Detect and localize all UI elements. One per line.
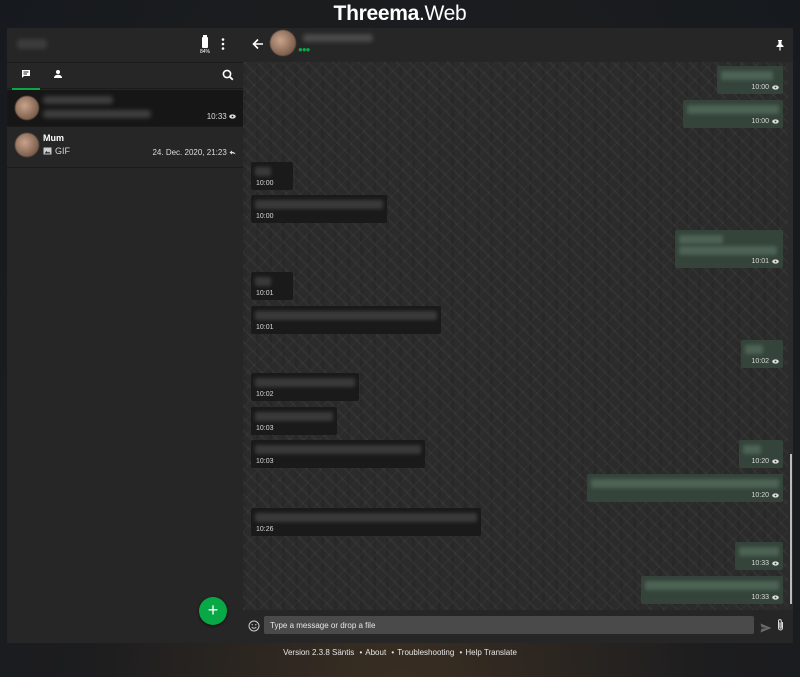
message-bubble-incoming[interactable]: 10:02 <box>251 373 359 401</box>
threema-web-logo: Threema.Web <box>333 2 467 25</box>
message-time: 10:00 <box>256 213 274 220</box>
message-bubble-outgoing[interactable]: 10:33 <box>641 576 783 604</box>
message-bubble-outgoing[interactable]: 10:02 <box>741 340 783 368</box>
message-bubble-incoming[interactable]: 10:03 <box>251 440 425 468</box>
message-time: 10:01 <box>256 290 274 297</box>
eye-icon <box>772 359 779 364</box>
message-bubble-incoming[interactable]: 10:26 <box>251 508 481 536</box>
person-icon <box>54 70 62 78</box>
scrollbar-thumb[interactable] <box>790 454 792 604</box>
sidebar-tabs <box>7 63 243 90</box>
conversation-time: 24. Dec. 2020, 21:23 <box>152 148 236 157</box>
message-time: 10:01 <box>256 324 274 331</box>
eye-icon <box>772 595 779 600</box>
message-input[interactable] <box>264 616 754 634</box>
message-time: 10:03 <box>256 425 274 432</box>
message-bubble-outgoing[interactable]: 10:33 <box>735 542 783 570</box>
new-conversation-button[interactable]: + <box>199 597 227 625</box>
image-icon <box>43 147 52 155</box>
conversation-item[interactable]: 10:33 <box>7 90 243 127</box>
attachment-icon[interactable] <box>776 618 785 632</box>
profile-nickname[interactable] <box>17 39 47 49</box>
pin-icon[interactable] <box>775 38 785 51</box>
message-composer <box>243 610 793 643</box>
chat-icon <box>22 70 30 78</box>
message-bubble-incoming[interactable]: 10:03 <box>251 407 337 435</box>
eye-icon <box>772 493 779 498</box>
avatar <box>15 133 39 157</box>
eye-icon <box>772 259 779 264</box>
message-bubble-outgoing[interactable]: 10:00 <box>683 100 783 128</box>
reply-icon <box>229 150 236 155</box>
version-text: Version 2.3.8 Säntis <box>283 648 355 657</box>
eye-icon <box>772 459 779 464</box>
eye-icon <box>772 561 779 566</box>
eye-icon <box>772 119 779 124</box>
message-time: 10:02 <box>751 358 769 365</box>
message-bubble-outgoing[interactable]: 10:20 <box>587 474 783 502</box>
message-time: 10:26 <box>256 526 274 533</box>
battery-percent: 84% <box>199 49 210 55</box>
emoji-icon[interactable] <box>248 619 260 632</box>
message-bubble-incoming[interactable]: 10:01 <box>251 272 293 300</box>
eye-icon <box>772 85 779 90</box>
conversation-item[interactable]: Mum GIF 24. Dec. 2020, 21:23 <box>7 127 243 168</box>
search-icon[interactable] <box>221 68 235 82</box>
avatar[interactable] <box>270 30 296 56</box>
send-icon[interactable] <box>760 620 772 633</box>
tab-conversations[interactable] <box>12 66 40 90</box>
tab-contacts[interactable] <box>44 66 72 88</box>
scrollbar[interactable] <box>788 62 793 610</box>
message-bubble-outgoing[interactable]: 10:20 <box>739 440 783 468</box>
message-time: 10:03 <box>256 458 274 465</box>
message-bubble-outgoing[interactable]: 10:01 <box>675 230 783 268</box>
sidebar-header: 84% <box>7 28 243 63</box>
help-translate-link[interactable]: Help Translate <box>465 648 517 657</box>
troubleshooting-link[interactable]: Troubleshooting <box>397 648 454 657</box>
message-time: 10:33 <box>751 594 769 601</box>
footer: Version 2.3.8 Säntis • About • Troubleshoo… <box>283 648 517 657</box>
conversation-name: Mum <box>43 133 64 143</box>
conversation-time: 10:33 <box>207 112 236 121</box>
app-window: 84% 10:33 Mum GIF 24. Dec. 2020, 21:23 +… <box>7 28 793 643</box>
chat-panel: ●●● 10:00 10:00 10:00 10:00 10:01 10:01 … <box>243 28 793 643</box>
message-time: 10:20 <box>751 492 769 499</box>
contact-name[interactable] <box>303 34 373 42</box>
message-time: 10:20 <box>751 458 769 465</box>
message-bubble-incoming[interactable]: 10:00 <box>251 195 387 223</box>
back-arrow-icon[interactable] <box>251 37 265 51</box>
avatar <box>15 96 39 120</box>
chat-header: ●●● <box>243 28 793 62</box>
message-time: 10:33 <box>751 560 769 567</box>
message-time: 10:00 <box>256 180 274 187</box>
message-bubble-incoming[interactable]: 10:00 <box>251 162 293 190</box>
conversation-preview: GIF <box>43 146 70 156</box>
eye-icon <box>229 114 236 119</box>
more-options-icon[interactable] <box>220 37 226 51</box>
message-list[interactable]: 10:00 10:00 10:00 10:00 10:01 10:01 10:0… <box>243 62 788 610</box>
message-bubble-incoming[interactable]: 10:01 <box>251 306 441 334</box>
sidebar: 84% 10:33 Mum GIF 24. Dec. 2020, 21:23 + <box>7 28 243 643</box>
message-time: 10:00 <box>751 84 769 91</box>
message-time: 10:01 <box>751 258 769 265</box>
message-time: 10:02 <box>256 391 274 398</box>
about-link[interactable]: About <box>365 648 386 657</box>
message-bubble-outgoing[interactable]: 10:00 <box>717 66 783 94</box>
verification-level-icon: ●●● <box>298 45 310 54</box>
message-time: 10:00 <box>751 118 769 125</box>
